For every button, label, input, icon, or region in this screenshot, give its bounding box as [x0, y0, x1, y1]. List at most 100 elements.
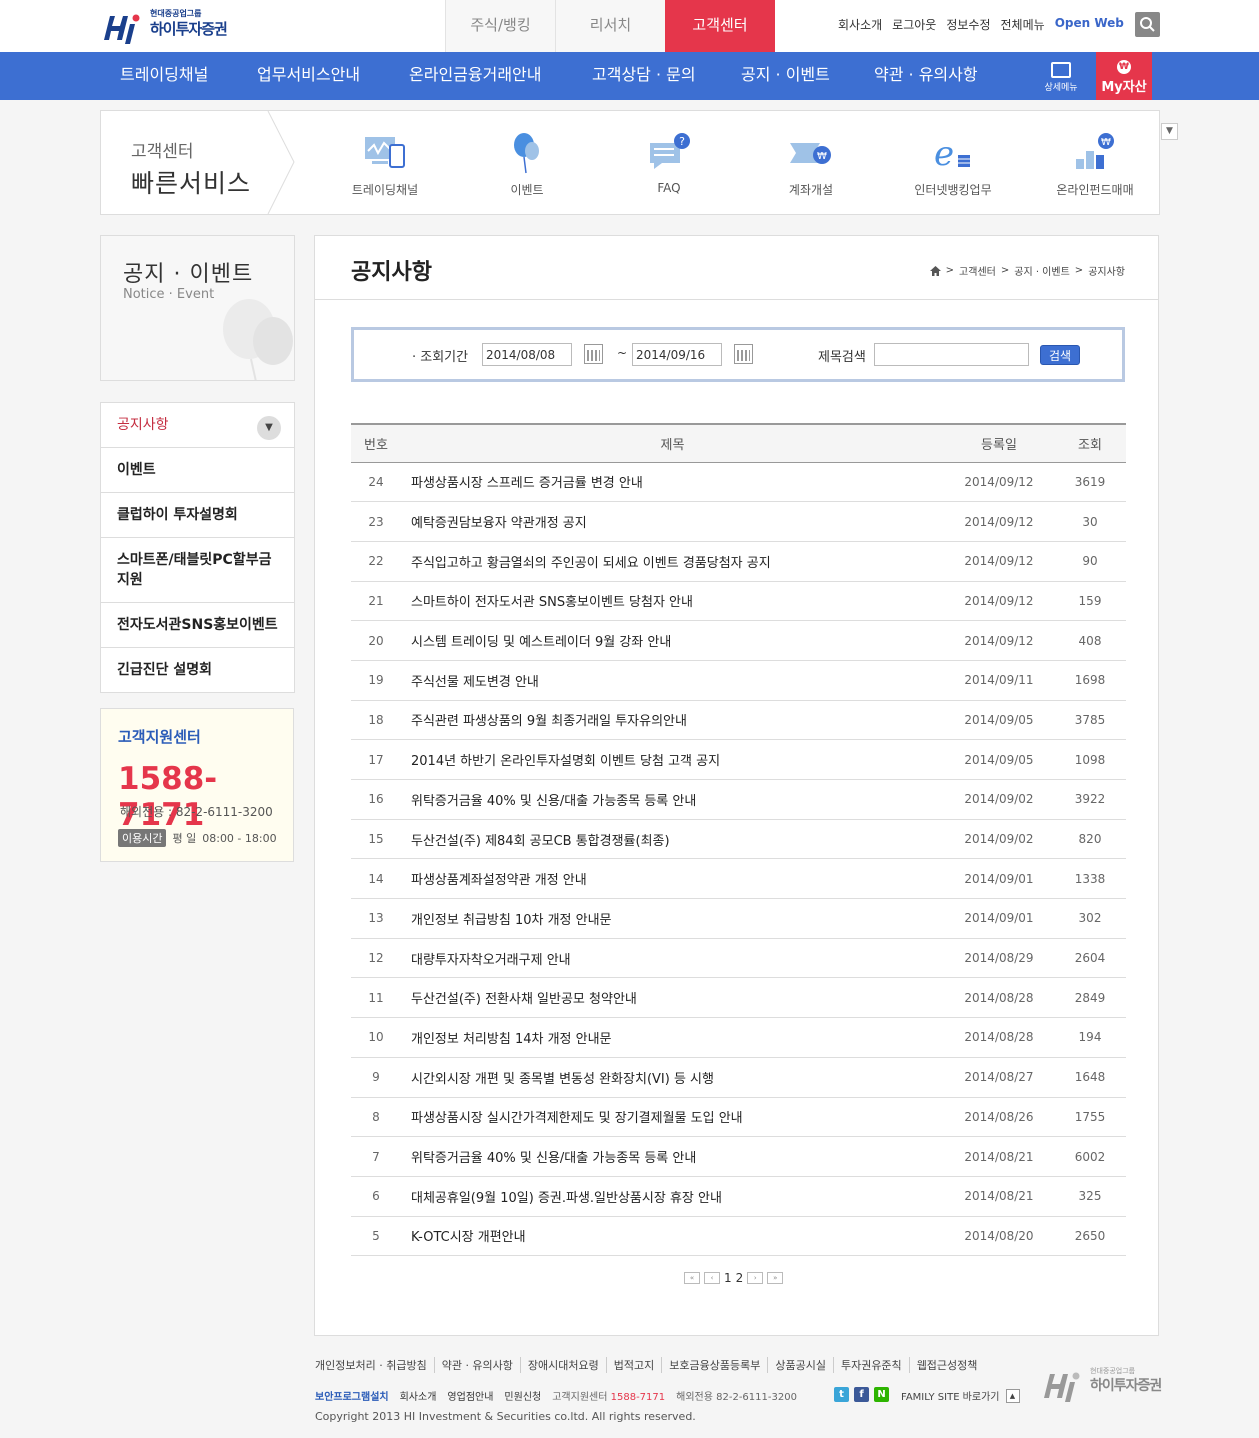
link-all-menu[interactable]: 전체메뉴: [1001, 16, 1045, 33]
tab-stock-banking[interactable]: 주식/뱅킹: [445, 0, 555, 52]
footer-sublink[interactable]: 영업점안내: [447, 1388, 493, 1403]
link-company[interactable]: 회사소개: [838, 16, 882, 33]
table-row[interactable]: 6 대체공휴일(9월 10일) 증권.파생.일반상품시장 휴장 안내 2014/08…: [351, 1176, 1126, 1217]
row-title[interactable]: 시스템 트레이딩 및 예스트레이더 9월 강좌 안내: [401, 620, 944, 661]
link-open-web[interactable]: Open Web: [1055, 16, 1124, 33]
quick-collapse-button[interactable]: ▼: [1161, 123, 1178, 140]
footer-link[interactable]: 투자권유준칙: [832, 1357, 909, 1373]
end-date-input[interactable]: [632, 343, 722, 366]
row-title[interactable]: 파생상품시장 실시간가격제한제도 및 장기결제월물 도입 안내: [401, 1097, 944, 1138]
detail-menu-button[interactable]: 상세메뉴: [1036, 52, 1086, 100]
table-row[interactable]: 12 대량투자자착오거래구제 안내 2014/08/29 2604: [351, 938, 1126, 979]
footer-link[interactable]: 보호금융상품등록부: [661, 1357, 767, 1373]
row-title[interactable]: 주식입고하고 황금열쇠의 주인공이 되세요 이벤트 경품당첨자 공지: [401, 541, 944, 582]
table-row[interactable]: 22 주식입고하고 황금열쇠의 주인공이 되세요 이벤트 경품당첨자 공지 2014…: [351, 541, 1126, 582]
naver-icon[interactable]: N: [874, 1387, 889, 1402]
search-button[interactable]: [1135, 12, 1160, 37]
link-edit-info[interactable]: 정보수정: [946, 16, 990, 33]
row-title[interactable]: K-OTC시장 개편안내: [401, 1216, 944, 1257]
row-title[interactable]: 주식관련 파생상품의 9월 최종거래일 투자유의안내: [401, 700, 944, 741]
table-row[interactable]: 15 두산건설(주) 제84회 공모CB 통합경쟁률(최종) 2014/09/02 8…: [351, 819, 1126, 860]
quick-open-account[interactable]: ₩ 계좌개설: [751, 131, 871, 198]
footer-sublink[interactable]: 민원신청: [504, 1388, 541, 1403]
breadcrumb-item[interactable]: 공지 · 이벤트: [1014, 263, 1070, 278]
gnb-business-service[interactable]: 업무서비스안내: [257, 52, 360, 100]
table-row[interactable]: 21 스마트하이 전자도서관 SNS홍보이벤트 당첨자 안내 2014/09/12 1…: [351, 581, 1126, 622]
side-item-notice[interactable]: 공지사항 ▼: [101, 403, 294, 448]
footer-link[interactable]: 법적고지: [605, 1357, 661, 1373]
quick-faq[interactable]: ? FAQ: [609, 131, 729, 195]
search-submit-button[interactable]: 검색: [1040, 345, 1080, 365]
gnb-terms[interactable]: 약관 · 유의사항: [874, 52, 978, 100]
home-icon[interactable]: [929, 265, 941, 276]
table-row[interactable]: 16 위탁증거금율 40% 및 신용/대출 가능종목 등록 안내 2014/09/0…: [351, 779, 1126, 820]
tab-customer-center[interactable]: 고객센터: [665, 0, 775, 52]
breadcrumb-current[interactable]: 공지사항: [1088, 263, 1125, 278]
brand-logo[interactable]: 현대중공업그룹 하이투자증권: [100, 8, 240, 46]
row-title[interactable]: 파생상품계좌설정약관 개정 안내: [401, 858, 944, 900]
row-title[interactable]: 위탁증거금율 40% 및 신용/대출 가능종목 등록 안내: [401, 779, 944, 820]
row-title[interactable]: 2014년 하반기 온라인투자설명회 이벤트 당첨 고객 공지: [401, 739, 944, 780]
gnb-consult[interactable]: 고객상담 · 문의: [592, 52, 696, 100]
page-number[interactable]: 1: [724, 1271, 732, 1285]
table-row[interactable]: 24 파생상품시장 스프레드 증거금률 변경 안내 2014/09/12 3619: [351, 462, 1126, 503]
tab-research[interactable]: 리서치: [555, 0, 665, 52]
table-row[interactable]: 8 파생상품시장 실시간가격제한제도 및 장기결제월물 도입 안내 2014/08/…: [351, 1097, 1126, 1138]
footer-link[interactable]: 상품공시실: [767, 1357, 833, 1373]
table-row[interactable]: 14 파생상품계좌설정약관 개정 안내 2014/09/01 1338: [351, 858, 1126, 900]
row-title[interactable]: 파생상품시장 스프레드 증거금률 변경 안내: [401, 462, 944, 503]
side-item-smartphone[interactable]: 스마트폰/태블릿PC할부금지원: [101, 538, 294, 603]
table-row[interactable]: 17 2014년 하반기 온라인투자설명회 이벤트 당첨 고객 공지 2014/09…: [351, 739, 1126, 780]
twitter-icon[interactable]: t: [834, 1387, 849, 1402]
quick-event[interactable]: 이벤트: [467, 131, 587, 198]
quick-internet-banking[interactable]: e 인터넷뱅킹업무: [893, 131, 1013, 198]
facebook-icon[interactable]: f: [854, 1387, 869, 1402]
row-title[interactable]: 대체공휴일(9월 10일) 증권.파생.일반상품시장 휴장 안내: [401, 1176, 944, 1217]
quick-trading-channel[interactable]: 트레이딩채널: [325, 131, 445, 198]
dropdown-arrow-icon[interactable]: ▼: [257, 416, 281, 440]
gnb-trading-channel[interactable]: 트레이딩채널: [120, 52, 208, 100]
start-date-input[interactable]: [482, 343, 572, 366]
footer-sublink[interactable]: 회사소개: [400, 1388, 437, 1403]
row-title[interactable]: 스마트하이 전자도서관 SNS홍보이벤트 당첨자 안내: [401, 581, 944, 622]
side-item-event[interactable]: 이벤트: [101, 448, 294, 493]
link-logout[interactable]: 로그아웃: [892, 16, 936, 33]
my-asset-button[interactable]: ₩ My자산: [1096, 52, 1152, 100]
footer-link[interactable]: 웹접근성정책: [908, 1357, 985, 1373]
row-title[interactable]: 주식선물 제도변경 안내: [401, 660, 944, 701]
row-title[interactable]: 예탁증권담보융자 약관개정 공지: [401, 501, 944, 542]
breadcrumb-item[interactable]: 고객센터: [959, 263, 996, 278]
side-item-seminar[interactable]: 긴급진단 설명회: [101, 648, 294, 692]
page-next-button[interactable]: ›: [747, 1272, 764, 1284]
footer-link[interactable]: 약관 · 유의사항: [433, 1357, 520, 1373]
table-row[interactable]: 9 시간외시장 개편 및 종목별 변동성 완화장치(VI) 등 시행 2014/08…: [351, 1057, 1126, 1098]
row-title[interactable]: 위탁증거금율 40% 및 신용/대출 가능종목 등록 안내: [401, 1136, 944, 1177]
footer-link[interactable]: 장애시대처요령: [519, 1357, 606, 1373]
table-row[interactable]: 18 주식관련 파생상품의 9월 최종거래일 투자유의안내 2014/09/05 37…: [351, 700, 1126, 741]
title-search-input[interactable]: [874, 343, 1029, 366]
table-row[interactable]: 13 개인정보 취급방침 10차 개정 안내문 2014/09/01 302: [351, 898, 1126, 939]
footer-link[interactable]: 개인정보처리 · 취급방침: [315, 1357, 434, 1373]
page-prev-button[interactable]: ‹: [704, 1272, 720, 1284]
table-row[interactable]: 10 개인정보 처리방침 14차 개정 안내문 2014/08/28 194: [351, 1017, 1126, 1058]
table-row[interactable]: 23 예탁증권담보융자 약관개정 공지 2014/09/12 30: [351, 501, 1126, 542]
row-title[interactable]: 개인정보 처리방침 14차 개정 안내문: [401, 1017, 944, 1058]
page-last-button[interactable]: »: [767, 1272, 784, 1284]
side-item-club-hi[interactable]: 클럽하이 투자설명회: [101, 493, 294, 538]
table-row[interactable]: 20 시스템 트레이딩 및 예스트레이더 9월 강좌 안내 2014/09/12 40…: [351, 620, 1126, 661]
page-number[interactable]: 2: [736, 1271, 744, 1285]
row-title[interactable]: 두산건설(주) 제84회 공모CB 통합경쟁률(최종): [401, 819, 944, 860]
page-first-button[interactable]: «: [684, 1272, 700, 1284]
gnb-online-finance[interactable]: 온라인금융거래안내: [409, 52, 541, 100]
gnb-notice-event[interactable]: 공지 · 이벤트: [741, 52, 830, 100]
calendar-icon[interactable]: [734, 344, 753, 364]
table-row[interactable]: 5 K-OTC시장 개편안내 2014/08/20 2650: [351, 1216, 1126, 1257]
table-row[interactable]: 19 주식선물 제도변경 안내 2014/09/11 1698: [351, 660, 1126, 701]
row-title[interactable]: 두산건설(주) 전환사채 일반공모 청약안내: [401, 977, 944, 1019]
quick-online-fund[interactable]: ₩ 온라인펀드매매: [1035, 131, 1155, 198]
family-site[interactable]: FAMILY SITE 바로가기 ▲: [901, 1388, 1020, 1403]
row-title[interactable]: 시간외시장 개편 및 종목별 변동성 완화장치(VI) 등 시행: [401, 1057, 944, 1098]
row-title[interactable]: 개인정보 취급방침 10차 개정 안내문: [401, 898, 944, 939]
row-title[interactable]: 대량투자자착오거래구제 안내: [401, 938, 944, 979]
side-item-e-library[interactable]: 전자도서관SNS홍보이벤트: [101, 603, 294, 648]
